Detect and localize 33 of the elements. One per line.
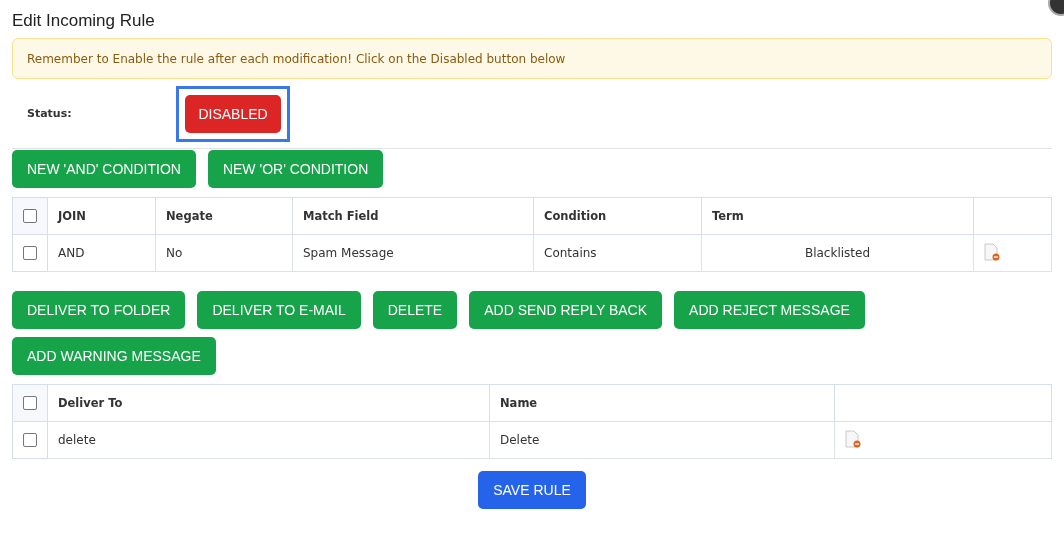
delete-document-icon[interactable] [845,429,861,448]
new-condition-button[interactable]: NEW 'AND' CONDITION [12,150,196,188]
column-header: Match Field [303,209,379,223]
select-all-checkbox[interactable] [23,396,37,410]
save-button[interactable]: SAVE RULE [478,471,586,509]
add-action-button[interactable]: DELIVER TO FOLDER [12,291,186,329]
column-header: Deliver To [58,396,123,410]
delete-document-icon[interactable] [984,242,1000,261]
status-button[interactable]: DISABLED [185,94,281,133]
table-cell: delete [58,433,96,447]
table-cell: No [166,246,183,260]
column-header: Condition [544,209,607,223]
dialog-title: Edit Incoming Rule [12,10,156,32]
status-label: Status: [26,107,73,120]
table-cell: Spam Message [303,246,394,260]
row-checkbox[interactable] [23,246,37,260]
row-checkbox[interactable] [23,433,37,447]
column-header: Name [500,396,538,410]
add-action-button[interactable]: ADD WARNING MESSAGE [12,337,216,375]
add-action-button[interactable]: ADD SEND REPLY BACK [469,291,663,329]
add-action-button[interactable]: DELETE [372,291,458,329]
column-header: JOIN [58,209,86,223]
table-cell: Blacklisted [804,246,871,260]
table-cell: Contains [544,246,597,260]
table-cell: AND [58,246,85,260]
add-action-button[interactable]: DELIVER TO E-MAIL [197,291,361,329]
new-condition-button[interactable]: NEW 'OR' CONDITION [207,150,384,188]
select-all-checkbox[interactable] [23,209,37,223]
add-action-button[interactable]: ADD REJECT MESSAGE [674,291,865,329]
table-cell: Delete [500,433,540,447]
warning-alert: Remember to Enable the rule after each modification! Click on the Disabled button below [12,38,1052,79]
column-header: Negate [166,209,213,223]
column-header: Term [712,209,744,223]
